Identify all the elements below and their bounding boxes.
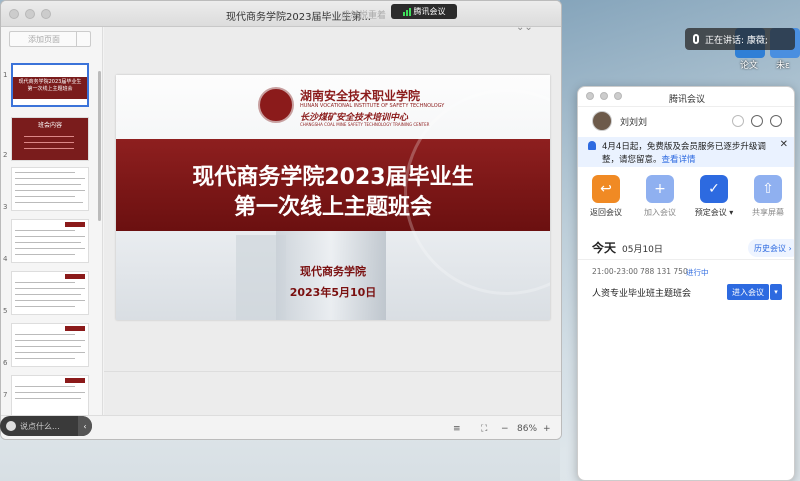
enter-meeting-button[interactable]: 进入会议	[727, 284, 769, 300]
slide-department: 现代商务学院	[300, 265, 366, 278]
minimize-window-button[interactable]	[25, 9, 35, 19]
school-name-en: HUNAN VOCATIONAL INSTITUTE OF SAFETY TEC…	[300, 103, 445, 109]
chat-input-bar[interactable]: 说点什么... ‹	[0, 416, 92, 436]
slide-number: 3	[3, 203, 8, 211]
chat-bubble-icon[interactable]	[751, 115, 763, 127]
speaking-label: 正在讲话: 康薇;	[705, 35, 768, 46]
slide-thumbnail-2[interactable]: 班会内容	[11, 117, 89, 161]
slide-thumbnail-4[interactable]	[11, 219, 89, 263]
meeting-time: 21:00-23:00	[592, 267, 638, 276]
current-slide[interactable]: 湖南安全技术职业学院 HUNAN VOCATIONAL INSTITUTE OF…	[116, 75, 550, 320]
slide-thumbnail-6[interactable]	[11, 323, 89, 367]
action-label: 共享屏幕	[752, 208, 784, 217]
slide-number: 2	[3, 151, 8, 159]
slide-number: 7	[3, 391, 8, 399]
zoom-level[interactable]: 86%	[517, 424, 537, 434]
slide-number: 6	[3, 359, 8, 367]
ppt-titlebar[interactable]: 现代商务学院2023届毕业生第... 成然悦重着 腾讯会议	[1, 1, 561, 27]
chevron-down-icon[interactable]: ⌄⌄	[516, 22, 533, 33]
school-name-cn: 湖南安全技术职业学院	[300, 89, 421, 103]
zoom-in-button[interactable]: +	[543, 424, 551, 434]
fit-screen-icon[interactable]: ⛶	[481, 424, 487, 434]
upgrade-notice: 4月4日起，免费版及会员服务已逐步升级调 整，请您留意。查看详情 ✕	[578, 137, 794, 167]
calendar-check-icon: ✓	[700, 175, 728, 203]
action-label: 预定会议 ▾	[694, 208, 734, 217]
slide-thumbnail-7[interactable]	[11, 375, 89, 419]
chat-input[interactable]: 说点什么...	[20, 421, 60, 432]
notice-details-link[interactable]: 查看详情	[662, 155, 696, 165]
slide-title-line2: 第一次线上主题班会	[233, 195, 432, 220]
meeting-status: 进行中	[686, 268, 709, 277]
slide-date: 2023年5月10日	[289, 286, 377, 299]
meeting-id: 788 131 750	[640, 267, 688, 276]
divider	[578, 259, 794, 260]
user-row: 刘刘刘	[592, 109, 782, 133]
microphone-icon	[693, 34, 699, 44]
gear-outline-icon[interactable]	[732, 115, 744, 127]
window-controls	[9, 9, 51, 19]
slide-title-line1: 现代商务学院2023届毕业生	[192, 165, 474, 190]
rejoin-icon: ↩	[592, 175, 620, 203]
notice-line1: 4月4日起，免费版及会员服务已逐步升级调	[602, 142, 766, 152]
signal-bars-icon	[402, 7, 411, 16]
close-window-button[interactable]	[9, 9, 19, 19]
speaking-indicator: 正在讲话: 康薇;	[685, 28, 795, 50]
share-screen-button[interactable]: ⇧ 共享屏幕	[748, 175, 788, 218]
add-page-dropdown[interactable]	[76, 32, 90, 46]
school-logo-icon	[258, 87, 294, 123]
bell-icon	[588, 141, 596, 150]
today-date: 05月10日	[622, 245, 663, 255]
zoom-out-button[interactable]: −	[501, 424, 509, 434]
notice-line2-text: 整，请您留意。	[602, 155, 662, 165]
enter-meeting-dropdown[interactable]: ▾	[770, 284, 782, 300]
today-label: 今天	[592, 241, 617, 255]
user-actions	[732, 115, 782, 127]
emoji-icon[interactable]	[6, 421, 16, 431]
slide-thumbnail-panel: 添加页面 1 现代商务学院2023届毕业生第一次线上主题班会 2 班会内容 3 …	[1, 27, 103, 419]
notes-icon[interactable]: ≡	[453, 424, 461, 434]
notice-line2: 整，请您留意。查看详情	[602, 153, 696, 165]
join-meeting-button[interactable]: + 加入会议	[640, 175, 680, 218]
action-label: 返回会议	[590, 208, 622, 217]
thumb-title: 现代商务学院2023届毕业生第一次线上主题班会	[18, 79, 82, 92]
schedule-meeting-button[interactable]: ✓ 预定会议 ▾	[694, 175, 734, 218]
history-meetings-button[interactable]: 历史会议 ›	[748, 239, 794, 257]
slide-thumbnail-3[interactable]	[11, 167, 89, 211]
add-page-button[interactable]: 添加页面	[9, 31, 91, 47]
window-subtitle: 成然悦重着	[341, 11, 387, 21]
user-name[interactable]: 刘刘刘	[620, 115, 647, 128]
close-icon[interactable]: ✕	[780, 139, 788, 150]
action-label: 加入会议	[644, 208, 676, 217]
thumbnail-scrollbar[interactable]	[98, 71, 101, 221]
desktop-icon-label: 论文	[740, 61, 759, 71]
tm-titlebar[interactable]: 腾讯会议	[578, 87, 794, 107]
settings-icon[interactable]	[770, 115, 782, 127]
meeting-pill-label: 腾讯会议	[413, 7, 446, 16]
slide-number: 1	[3, 71, 8, 79]
notes-divider	[104, 371, 561, 372]
thumb-title: 班会内容	[37, 122, 62, 129]
center-name-en: CHANGSHA COAL MINE SAFETY TECHNOLOGY TRA…	[300, 122, 430, 127]
meeting-name[interactable]: 人资专业毕业班主题班会	[592, 286, 691, 299]
desktop-icon-label: 未ε	[776, 61, 790, 71]
rejoin-meeting-button[interactable]: ↩ 返回会议	[586, 175, 626, 218]
slide-number: 4	[3, 255, 8, 263]
plus-icon: +	[646, 175, 674, 203]
slide-thumbnail-1[interactable]: 现代商务学院2023届毕业生第一次线上主题班会	[11, 63, 89, 107]
avatar[interactable]	[592, 111, 612, 131]
add-page-label: 添加页面	[28, 34, 60, 44]
slide-thumbnail-5[interactable]	[11, 271, 89, 315]
presentation-window: 现代商务学院2023届毕业生第... 成然悦重着 腾讯会议 添加页面 1 现代商…	[0, 0, 562, 440]
tm-title: 腾讯会议	[668, 95, 705, 105]
slide-number: 5	[3, 307, 8, 315]
share-screen-icon: ⇧	[754, 175, 782, 203]
tencent-meeting-window: 腾讯会议 刘刘刘 4月4日起，免费版及会员服务已逐步升级调 整，请您留意。查看详…	[577, 86, 795, 481]
tencent-meeting-pill[interactable]: 腾讯会议	[391, 4, 457, 19]
zoom-window-button[interactable]	[41, 9, 51, 19]
